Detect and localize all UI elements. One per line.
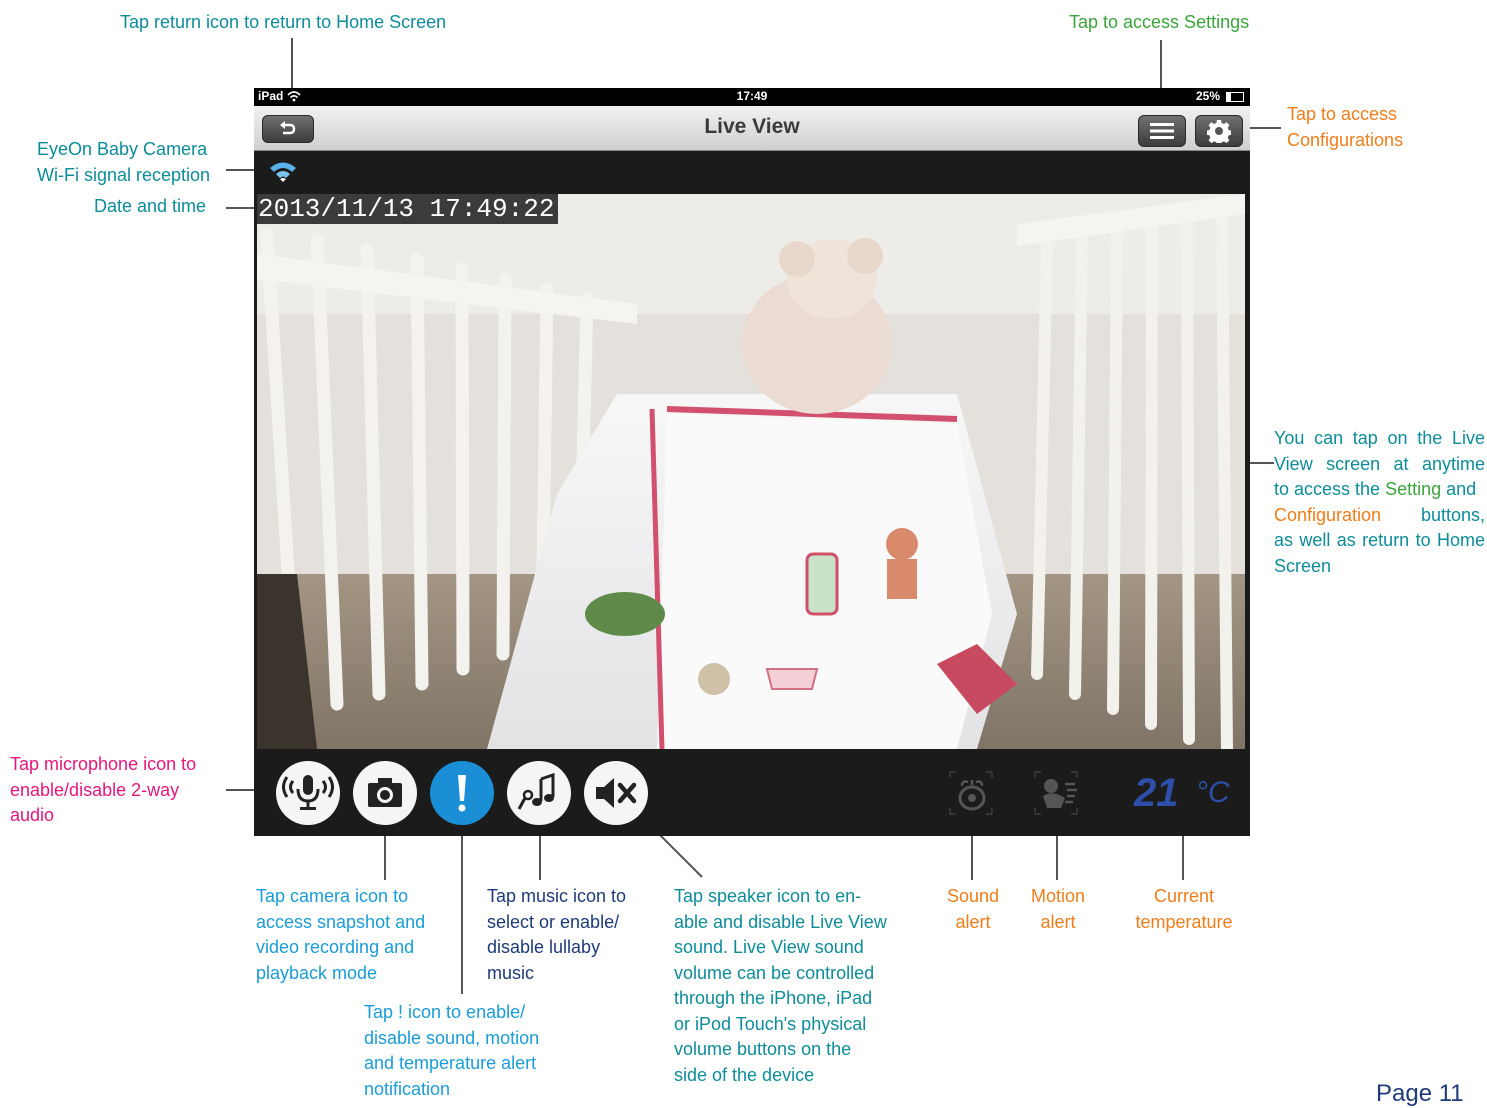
annotation-current-temperature: Current temperature xyxy=(1135,886,1233,932)
page-number: Page 11 xyxy=(1376,1080,1464,1107)
battery-icon xyxy=(1226,92,1244,102)
sound-alert-indicator xyxy=(946,768,996,818)
speaker-mute-icon xyxy=(596,778,637,808)
status-wifi-icon xyxy=(287,91,301,102)
date-time-overlay: 2013/11/13 17:49:22 xyxy=(257,194,559,224)
camera-button[interactable] xyxy=(353,761,417,825)
annotation-settings: Tap to access Settings xyxy=(1069,12,1250,32)
wifi-icon xyxy=(270,162,296,182)
music-icon xyxy=(517,772,555,810)
live-video-feed[interactable] xyxy=(257,194,1245,749)
microphone-button[interactable] xyxy=(276,761,340,825)
annotation-microphone: Tap microphone icon to enable/disable 2-… xyxy=(10,754,197,825)
annotation-line: View screen at anytime xyxy=(1274,453,1485,474)
camera-icon xyxy=(368,778,402,807)
navigation-bar: Live View xyxy=(254,106,1250,151)
annotation-configurations: Tap to access Configurations xyxy=(1287,104,1404,150)
settings-menu-icon xyxy=(1150,123,1174,139)
configurations-button[interactable] xyxy=(1195,115,1243,147)
annotation-motion-alert: Motion alert xyxy=(1030,886,1086,932)
annotation-datetime: Date and time xyxy=(94,196,207,216)
annotation-setting-word: Setting xyxy=(1385,479,1442,499)
nav-title: Live View xyxy=(704,115,800,138)
temperature-unit: °C xyxy=(1196,776,1230,809)
temperature-value: 21 xyxy=(1134,771,1179,815)
annotation-camera: Tap camera icon to access snapshot and v… xyxy=(256,886,426,983)
annotation-text: to access the xyxy=(1274,479,1386,499)
annotation-return-home: Tap return icon to return to Home Screen xyxy=(120,12,447,32)
crib-scene-image xyxy=(257,194,1245,749)
annotation-line: to access the Setting and xyxy=(1274,477,1485,503)
carrier-label: iPad xyxy=(258,89,284,103)
annotation-alert: Tap ! icon to enable/ disable sound, mot… xyxy=(364,1002,540,1099)
annotation-text: and xyxy=(1441,479,1477,499)
annotation-text: buttons, xyxy=(1420,504,1485,525)
settings-button[interactable] xyxy=(1138,115,1186,147)
live-view-screen: iPad 17:49 25% Live View 2013/11/13 17:4… xyxy=(254,88,1250,836)
annotation-line: as well as return to Home xyxy=(1274,530,1485,550)
microphone-icon xyxy=(282,775,334,810)
status-time: 17:49 xyxy=(736,89,768,103)
leader-line xyxy=(1245,127,1281,129)
sound-alert-icon xyxy=(949,771,993,815)
alert-icon xyxy=(458,775,466,812)
gear-icon xyxy=(1207,120,1231,143)
speaker-button[interactable] xyxy=(584,761,648,825)
annotation-wifi: EyeOn Baby Camera Wi-Fi signal reception xyxy=(37,139,211,185)
back-button[interactable] xyxy=(262,115,314,143)
annotation-sound-alert: Sound alert xyxy=(946,886,1000,932)
motion-alert-icon xyxy=(1034,771,1078,815)
annotation-line: You can tap on the Live xyxy=(1274,428,1485,448)
annotation-speaker: Tap speaker icon to en- able and disable… xyxy=(674,886,887,1085)
status-bar: iPad 17:49 25% xyxy=(254,88,1250,106)
battery-percent: 25% xyxy=(1196,89,1221,103)
annotation-line: Screen xyxy=(1274,555,1332,576)
annotation-line: Configuration buttons, xyxy=(1274,503,1485,529)
music-button[interactable] xyxy=(507,761,571,825)
annotation-music: Tap music icon to select or enable/ disa… xyxy=(487,886,627,983)
annotation-live-view-tap: You can tap on the Live View screen at a… xyxy=(1274,426,1485,579)
motion-alert-indicator xyxy=(1031,768,1081,818)
alert-button[interactable] xyxy=(430,761,494,825)
annotation-configuration-word: Configuration xyxy=(1274,504,1382,525)
back-icon xyxy=(280,121,296,135)
